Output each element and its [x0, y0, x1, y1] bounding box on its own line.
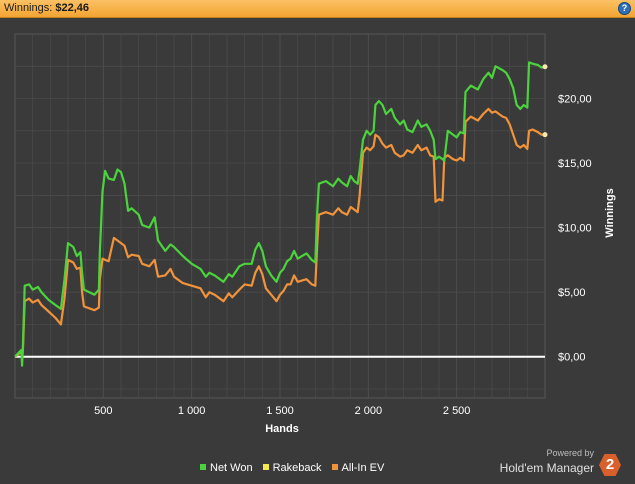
winnings-title-label: Winnings: — [4, 2, 53, 14]
grid — [14, 33, 546, 399]
legend-item: Rakeback — [262, 462, 322, 474]
x-axis-ticks: 500 1 000 1 500 2 000 2 500 — [94, 405, 470, 417]
y-axis-title: Winnings — [604, 188, 616, 237]
brand-name: Hold'em Manager — [499, 461, 594, 475]
series-end-point — [542, 132, 548, 138]
x-tick-label: 2 500 — [443, 405, 471, 417]
winnings-chart: 500 1 000 1 500 2 000 2 500 $0,00 $5,00 $10,00… — [14, 33, 616, 435]
x-tick-label: 1 500 — [266, 405, 294, 417]
legend-item: All-In EV — [331, 462, 385, 474]
y-tick-label: $0,00 — [558, 352, 586, 364]
series-end-point — [542, 64, 548, 70]
x-tick-label: 2 000 — [355, 405, 383, 417]
chart-legend: Net Won Rakeback All-In EV — [200, 462, 394, 476]
chart-header: Winnings: $22,46 ? — [0, 0, 635, 18]
plot-lines — [14, 61, 548, 367]
y-tick-label: $10,00 — [558, 223, 592, 235]
help-icon[interactable]: ? — [618, 2, 631, 15]
x-tick-label: 1 000 — [178, 405, 206, 417]
y-axis-ticks: $0,00 $5,00 $10,00 $15,00 $20,00 — [558, 94, 592, 364]
y-tick-label: $20,00 — [558, 94, 592, 106]
legend-label: Rakeback — [272, 462, 322, 474]
legend-item: Net Won — [200, 462, 253, 474]
y-tick-label: $5,00 — [558, 287, 586, 299]
legend-label: Net Won — [210, 462, 253, 474]
powered-by-label: Powered by — [546, 448, 594, 458]
x-axis-title: Hands — [265, 423, 299, 435]
winnings-title: Winnings: $22,46 — [4, 2, 89, 14]
y-tick-label: $15,00 — [558, 158, 592, 170]
hm2-logo-icon: 2 — [599, 454, 621, 476]
winnings-total-value: $22,46 — [55, 2, 90, 14]
legend-swatch — [200, 464, 206, 470]
x-tick-label: 500 — [94, 405, 112, 417]
legend-label: All-In EV — [341, 462, 385, 474]
legend-swatch — [331, 464, 338, 470]
legend-swatch — [262, 464, 269, 470]
